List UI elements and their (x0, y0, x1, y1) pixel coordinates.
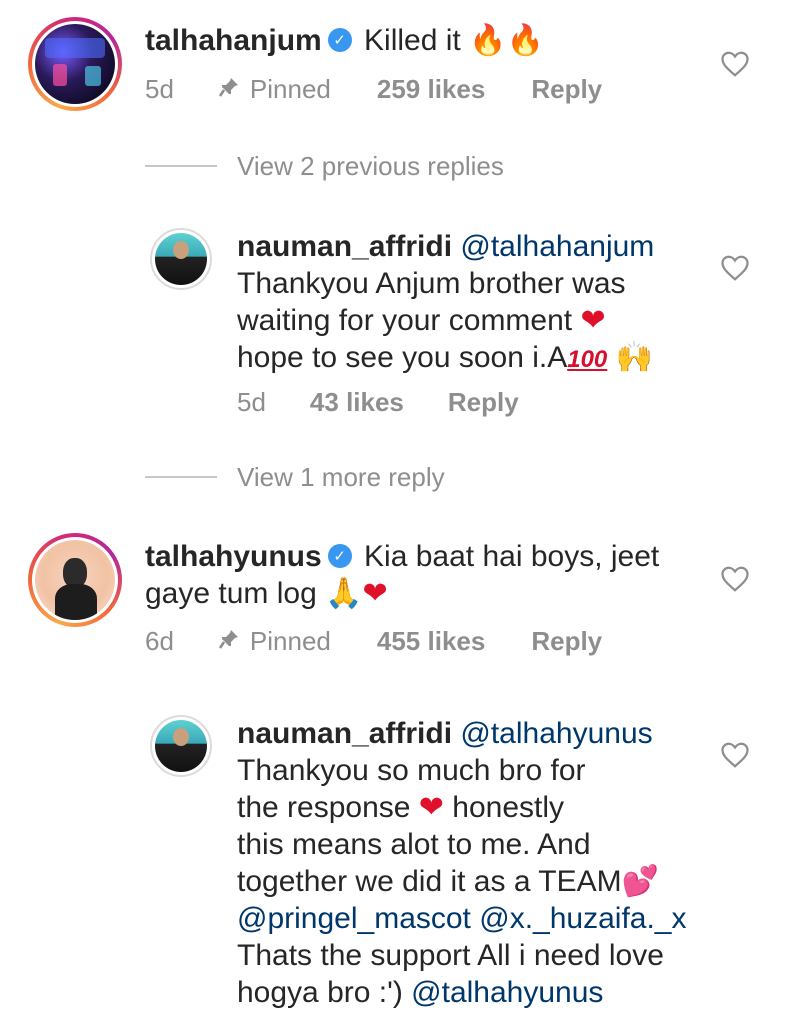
likes-count[interactable]: 259 likes (377, 74, 485, 105)
mention-link[interactable]: @talhahanjum (460, 230, 654, 263)
like-heart-icon[interactable] (720, 564, 750, 594)
comment-text: talhahanjum ✓ Killed it 🔥🔥 (145, 22, 544, 59)
timestamp: 6d (145, 626, 174, 656)
comment-body: Kia baat hai boys, jeet (364, 540, 660, 573)
reply-line: Thats the support All i need love (237, 939, 664, 972)
mention-link[interactable]: @talhahyunus (411, 976, 603, 1009)
mention-link[interactable]: @talhahyunus (460, 717, 652, 750)
divider-line (145, 165, 217, 167)
avatar-talhahyunus[interactable] (28, 533, 122, 627)
likes-count[interactable]: 455 likes (377, 626, 485, 657)
like-heart-icon[interactable] (720, 49, 750, 79)
reply-button[interactable]: Reply (531, 74, 602, 105)
reply-line: honestly (452, 791, 565, 824)
like-heart-icon[interactable] (720, 253, 750, 283)
verified-badge-icon: ✓ (327, 28, 352, 53)
likes-count[interactable]: 43 likes (310, 387, 404, 418)
mention-link[interactable]: @pringel_mascot (237, 902, 471, 935)
like-heart-icon[interactable] (720, 740, 750, 770)
reply-line: hope to see you soon i.A (237, 341, 568, 374)
pin-icon (218, 74, 240, 105)
reply-line: together we did it as a TEAM (237, 865, 622, 898)
raised-hands-emoji-icon: 🙌 (615, 340, 653, 375)
reply-button[interactable]: Reply (531, 626, 602, 657)
comment-meta: 5d Pinned 259 likes Reply (145, 74, 602, 105)
heart-emoji-icon: ❤ (580, 303, 606, 338)
pinned-label: Pinned (249, 74, 331, 104)
reply-line: Thankyou so much bro for (237, 754, 586, 787)
heart-emoji-icon: ❤ (418, 790, 444, 825)
folded-hands-emoji-icon: 🙏 (325, 576, 363, 611)
view-more-replies[interactable]: View 1 more reply (237, 462, 445, 493)
heart-emoji-icon: ❤ (362, 576, 388, 611)
pinned-label: Pinned (249, 626, 331, 656)
mention-link[interactable]: @x._huzaifa._x (479, 902, 686, 935)
reply-text: nauman_affridi @talhahyunus Thankyou so … (237, 715, 707, 1011)
username[interactable]: talhahyunus (145, 540, 322, 573)
verified-badge-icon: ✓ (327, 544, 352, 569)
timestamp: 5d (237, 387, 266, 417)
comment-body: Killed it (364, 24, 461, 57)
reply-meta: 5d 43 likes Reply (237, 387, 519, 418)
two-hearts-emoji-icon: 💕 (621, 864, 659, 899)
username[interactable]: talhahanjum (145, 24, 322, 57)
divider-line (145, 476, 217, 478)
comment-body: gaye tum log (145, 577, 317, 610)
timestamp: 5d (145, 74, 174, 104)
comment-meta: 6d Pinned 455 likes Reply (145, 626, 602, 657)
username[interactable]: nauman_affridi (237, 230, 452, 263)
username[interactable]: nauman_affridi (237, 717, 452, 750)
reply-line: the response (237, 791, 411, 824)
comment-text: talhahyunus ✓ Kia baat hai boys, jeet gay… (145, 538, 705, 612)
reply-line: Thankyou Anjum brother was (237, 267, 626, 300)
view-previous-replies[interactable]: View 2 previous replies (237, 151, 504, 182)
hundred-emoji-icon: 100 (567, 346, 608, 373)
reply-button[interactable]: Reply (448, 387, 519, 418)
fire-emoji-icon: 🔥🔥 (469, 23, 544, 58)
avatar-nauman-affridi[interactable] (150, 715, 212, 777)
reply-text: nauman_affridi @talhahanjum Thankyou Anj… (237, 228, 707, 378)
reply-line: waiting for your comment (237, 304, 573, 337)
reply-line: hogya bro :') (237, 976, 403, 1009)
avatar-talhahanjum[interactable] (28, 17, 122, 111)
reply-line: this means alot to me. And (237, 828, 591, 861)
avatar-nauman-affridi[interactable] (150, 228, 212, 290)
pin-icon (218, 626, 240, 657)
